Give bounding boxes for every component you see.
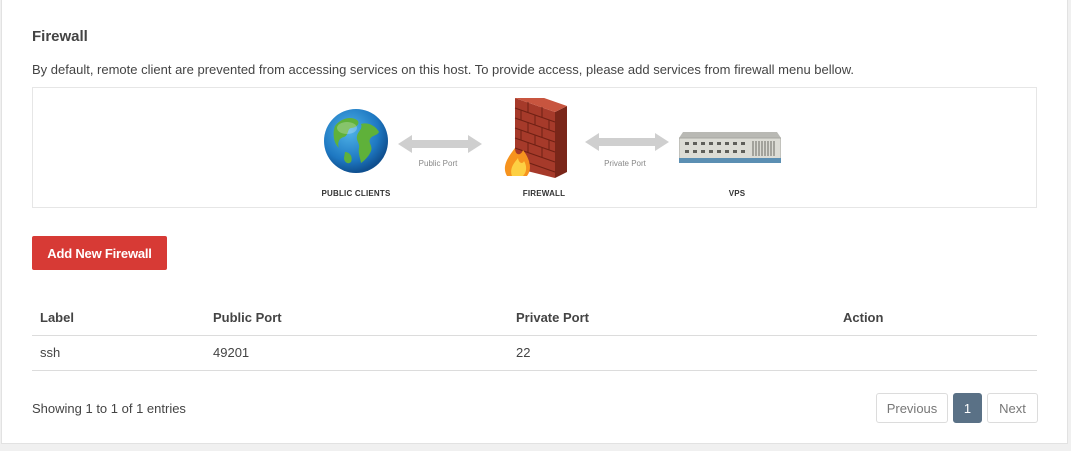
next-page-button[interactable]: Next — [987, 393, 1038, 423]
page-title: Firewall — [32, 28, 88, 45]
globe-icon — [324, 109, 388, 173]
column-header-action: Action — [835, 300, 1037, 336]
public-clients-label: PUBLIC CLIENTS — [321, 189, 391, 198]
add-new-firewall-button[interactable]: Add New Firewall — [32, 236, 167, 270]
firewall-panel: Firewall By default, remote client are p… — [1, 0, 1068, 444]
pagination-info: Showing 1 to 1 of 1 entries — [32, 401, 186, 416]
column-header-private-port[interactable]: Private Port — [508, 300, 835, 336]
server-icon — [679, 132, 781, 163]
row-private-port-cell: 22 — [508, 335, 835, 371]
row-public-port-cell: 49201 — [205, 335, 508, 371]
firewall-diagram: Public Port Private Port PUBLIC CLIENTS … — [32, 87, 1037, 208]
table-header-row: Label Public Port Private Port Action — [32, 300, 1037, 336]
table-row: ssh 49201 22 — [32, 335, 1037, 371]
firewall-icon — [504, 98, 567, 178]
column-header-label[interactable]: Label — [32, 300, 205, 336]
vps-label: VPS — [728, 189, 746, 198]
page-1-button[interactable]: 1 — [953, 393, 982, 423]
firewall-table: Label Public Port Private Port Action ss… — [32, 300, 1037, 371]
row-action-cell — [835, 335, 1037, 371]
private-port-caption: Private Port — [604, 159, 646, 168]
row-label-cell: ssh — [32, 335, 205, 371]
column-header-public-port[interactable]: Public Port — [205, 300, 508, 336]
firewall-description: By default, remote client are prevented … — [32, 62, 855, 77]
firewall-label: FIREWALL — [522, 189, 566, 198]
public-port-caption: Public Port — [418, 159, 458, 168]
private-port-arrow-icon — [585, 133, 669, 151]
public-port-arrow-icon — [398, 135, 482, 153]
previous-page-button[interactable]: Previous — [876, 393, 948, 423]
